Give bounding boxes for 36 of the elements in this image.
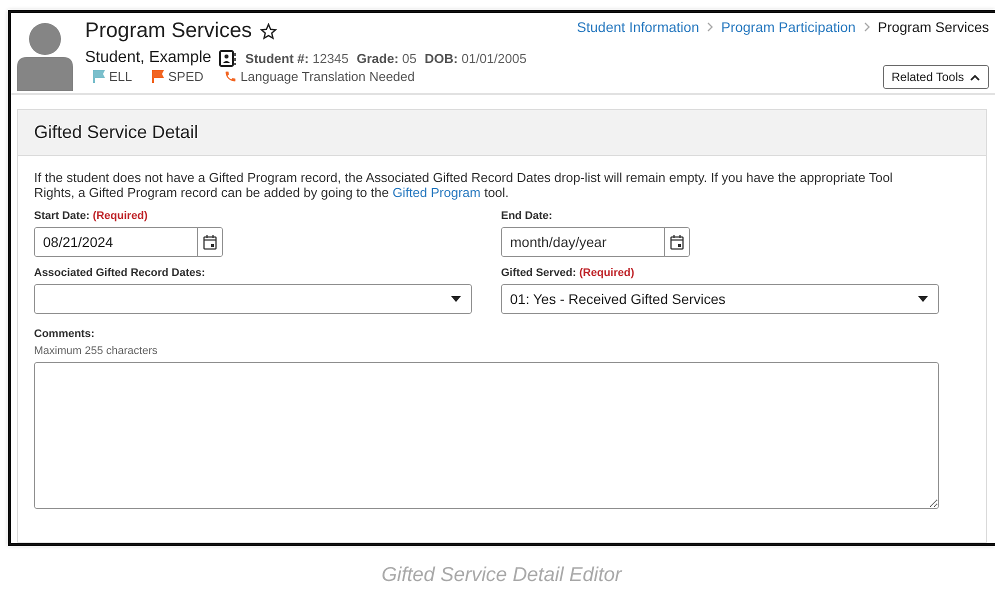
student-field: Student #: 12345 <box>245 50 349 66</box>
current-page-label: Program Services <box>878 19 989 35</box>
field-label: Associated Gifted Record Dates: <box>34 267 206 279</box>
image-caption: Gifted Service Detail Editor <box>380 564 624 587</box>
chevron-icon <box>970 74 980 80</box>
related-tools-button[interactable]: Related Tools <box>882 65 989 89</box>
card-title: Gifted Service Detail <box>34 122 200 143</box>
date-field[interactable]: 08/21/2024 <box>34 227 223 257</box>
field-label: Gifted Served: (Required) <box>501 267 636 279</box>
breadcrumb-link[interactable]: Student Information <box>576 19 700 35</box>
caret-icon <box>918 296 928 302</box>
flag-label: ELL <box>109 69 132 84</box>
breadcrumb-link[interactable]: Program Participation <box>721 19 856 35</box>
comments-field[interactable] <box>34 362 939 509</box>
star-icon[interactable] <box>260 22 277 40</box>
field-hint: Maximum 255 characters <box>34 345 158 357</box>
student-name: Student, Example <box>85 49 212 67</box>
field-label: End Date: <box>501 210 554 222</box>
chevron-icon <box>864 22 870 32</box>
calendar-icon <box>203 234 217 250</box>
dropdown-field[interactable]: 01: Yes - Received Gifted Services <box>501 284 939 314</box>
chevron-icon <box>707 22 714 32</box>
contact-card-icon[interactable] <box>219 50 238 66</box>
calendar-icon <box>670 234 684 250</box>
caret-icon <box>451 296 461 302</box>
intro-text: If the student does not have a Gifted Program record, the Associated Gifted Record Dates drop-list will remain empty. If you have the appropriate Tool Rights, a Gifted Program record can be added by going to the Gifted Program tool. <box>34 170 894 200</box>
page-title: Program Services <box>85 19 252 43</box>
date-field[interactable]: month/day/year <box>501 227 690 257</box>
gifted-program-link[interactable]: Gifted Program <box>392 185 481 200</box>
flag-label: Language Translation Needed <box>240 69 415 84</box>
field-label: Start Date: (Required) <box>34 210 149 222</box>
dropdown-field[interactable] <box>34 284 472 314</box>
field-label: Comments: <box>34 328 96 340</box>
student-field: Grade: 05 <box>356 50 417 66</box>
flag-label: SPED <box>168 69 204 84</box>
student-field: DOB: 01/01/2005 <box>424 50 527 66</box>
